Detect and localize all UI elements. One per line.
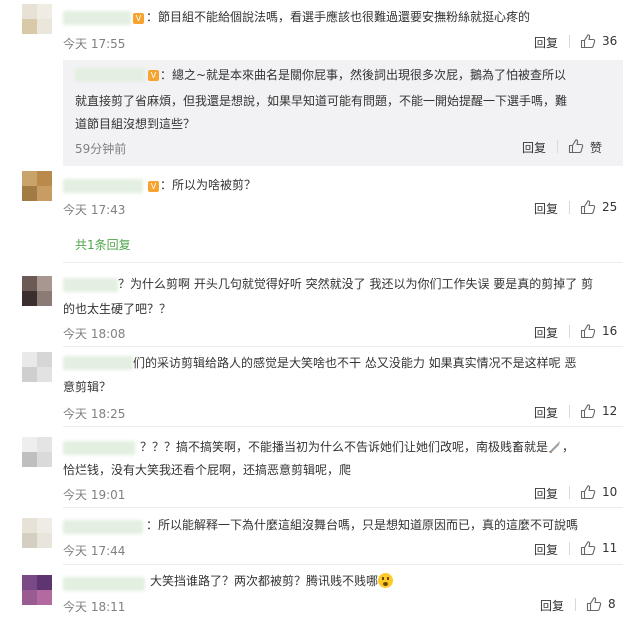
divider (63, 507, 623, 508)
comment-text: ：所以为啥被剪？ (160, 178, 257, 192)
reply-button[interactable]: 回复 (534, 404, 558, 421)
avatar[interactable] (22, 352, 52, 382)
like-count: 8 (608, 597, 616, 611)
vip-badge-icon: V (148, 181, 159, 192)
avatar[interactable] (22, 518, 52, 548)
separator (575, 598, 576, 611)
sub-reply-time: 59分钟前 (75, 142, 127, 156)
separator (569, 486, 570, 499)
separator (557, 140, 558, 153)
comment-time: 今天 18:11 (63, 600, 126, 614)
reply-button[interactable]: 回复 (534, 324, 558, 341)
thumbs-up-icon[interactable] (580, 403, 596, 419)
sub-reply-text: 道節目組沒想到這些？ (75, 117, 196, 131)
reply-button[interactable]: 回复 (534, 34, 558, 51)
more-replies-link[interactable]: 共1条回复 (75, 236, 131, 253)
thumbs-up-icon[interactable] (580, 323, 596, 339)
like-count: 11 (602, 541, 618, 555)
vip-badge-icon: V (133, 13, 144, 24)
comment-time: 今天 18:25 (63, 407, 126, 421)
comment-text: 的也太生硬了吧？？ (63, 302, 172, 316)
like-label: 赞 (590, 141, 603, 155)
thumbs-up-icon[interactable] (580, 484, 596, 500)
reply-button[interactable]: 回复 (534, 485, 558, 502)
username[interactable] (63, 520, 143, 534)
sub-reply-username[interactable] (75, 68, 145, 82)
comment-text: ？为什么剪啊 开头几句就觉得好听 突然就没了 我还以为你们工作失误 要是真的剪掉… (118, 277, 594, 291)
avatar[interactable] (22, 575, 52, 605)
username[interactable] (63, 577, 145, 591)
comment-text: 恰烂钱，没有大笑我还看个屁啊，还搞恶意剪辑呢，爬 (63, 463, 352, 477)
like-count: 12 (602, 404, 618, 418)
reply-button[interactable]: 回复 (534, 200, 558, 217)
avatar[interactable] (22, 276, 52, 306)
comment-text: 大笑挡谁路了？两次都被剪？腾讯贱不贱哪 (150, 570, 394, 593)
like-count: 16 (602, 324, 618, 338)
avatar[interactable] (22, 437, 52, 467)
sub-reply-text: 就直接剪了省麻煩，但我還是想說，如果早知道可能有問題，不能一開始提醒一下選手嗎，… (75, 94, 568, 108)
thumbs-up-icon[interactable] (586, 596, 602, 612)
username[interactable] (63, 11, 131, 25)
comment-text: 意剪辑？ (63, 380, 112, 394)
comment-text: ：所以能解释一下為什麼這組沒舞台嗎，只是想知道原因而已，真的這麼不可說嗎 (146, 518, 579, 532)
comment-time: 今天 18:08 (63, 327, 126, 341)
divider (63, 262, 623, 263)
reply-button[interactable]: 回复 (540, 597, 564, 614)
username[interactable] (63, 356, 133, 370)
separator (569, 201, 570, 214)
comment-text: ：節目組不能給個說法嗎，看選手應該也很難過還要安撫粉絲就挺心疼的 (146, 10, 531, 24)
divider (63, 346, 623, 347)
reply-button[interactable]: 回复 (522, 139, 546, 156)
separator (569, 542, 570, 555)
reply-button[interactable]: 回复 (534, 541, 558, 558)
divider (63, 426, 623, 427)
sub-reply-text: ：總之~就是本來曲名是關你屁事，然後詞出現很多次屁，鵝為了怕被查所以 (160, 68, 567, 82)
like-count: 36 (602, 34, 618, 48)
username[interactable] (63, 278, 118, 292)
comment-time: 今天 19:01 (63, 488, 126, 502)
divider (63, 564, 623, 565)
thumbs-up-icon[interactable] (568, 138, 584, 154)
separator (569, 35, 570, 48)
vip-badge-icon: V (148, 70, 159, 81)
username[interactable] (63, 179, 143, 193)
separator (569, 325, 570, 338)
thumbs-up-icon[interactable] (580, 199, 596, 215)
thumbs-up-icon[interactable] (580, 33, 596, 49)
separator (569, 405, 570, 418)
scared-face-emoji (378, 573, 394, 588)
thumbs-up-icon[interactable] (580, 540, 596, 556)
username[interactable] (63, 441, 135, 455)
comment-text: 们的采访剪辑给路人的感觉是大笑啥也不干 怂又没能力 如果真实情况不是这样呢 恶 (133, 356, 577, 370)
avatar[interactable] (22, 4, 52, 34)
knife-emoji (549, 441, 561, 453)
comment-text: ？？？搞不搞笑啊，不能播当初为什么不告诉她们让她们改呢，南极贱畜就是， (140, 440, 575, 454)
comment-time: 今天 17:43 (63, 203, 126, 217)
comment-time: 今天 17:44 (63, 544, 126, 558)
like-count: 25 (602, 200, 618, 214)
like-count: 10 (602, 485, 618, 499)
comment-time: 今天 17:55 (63, 37, 126, 51)
avatar[interactable] (22, 171, 52, 201)
